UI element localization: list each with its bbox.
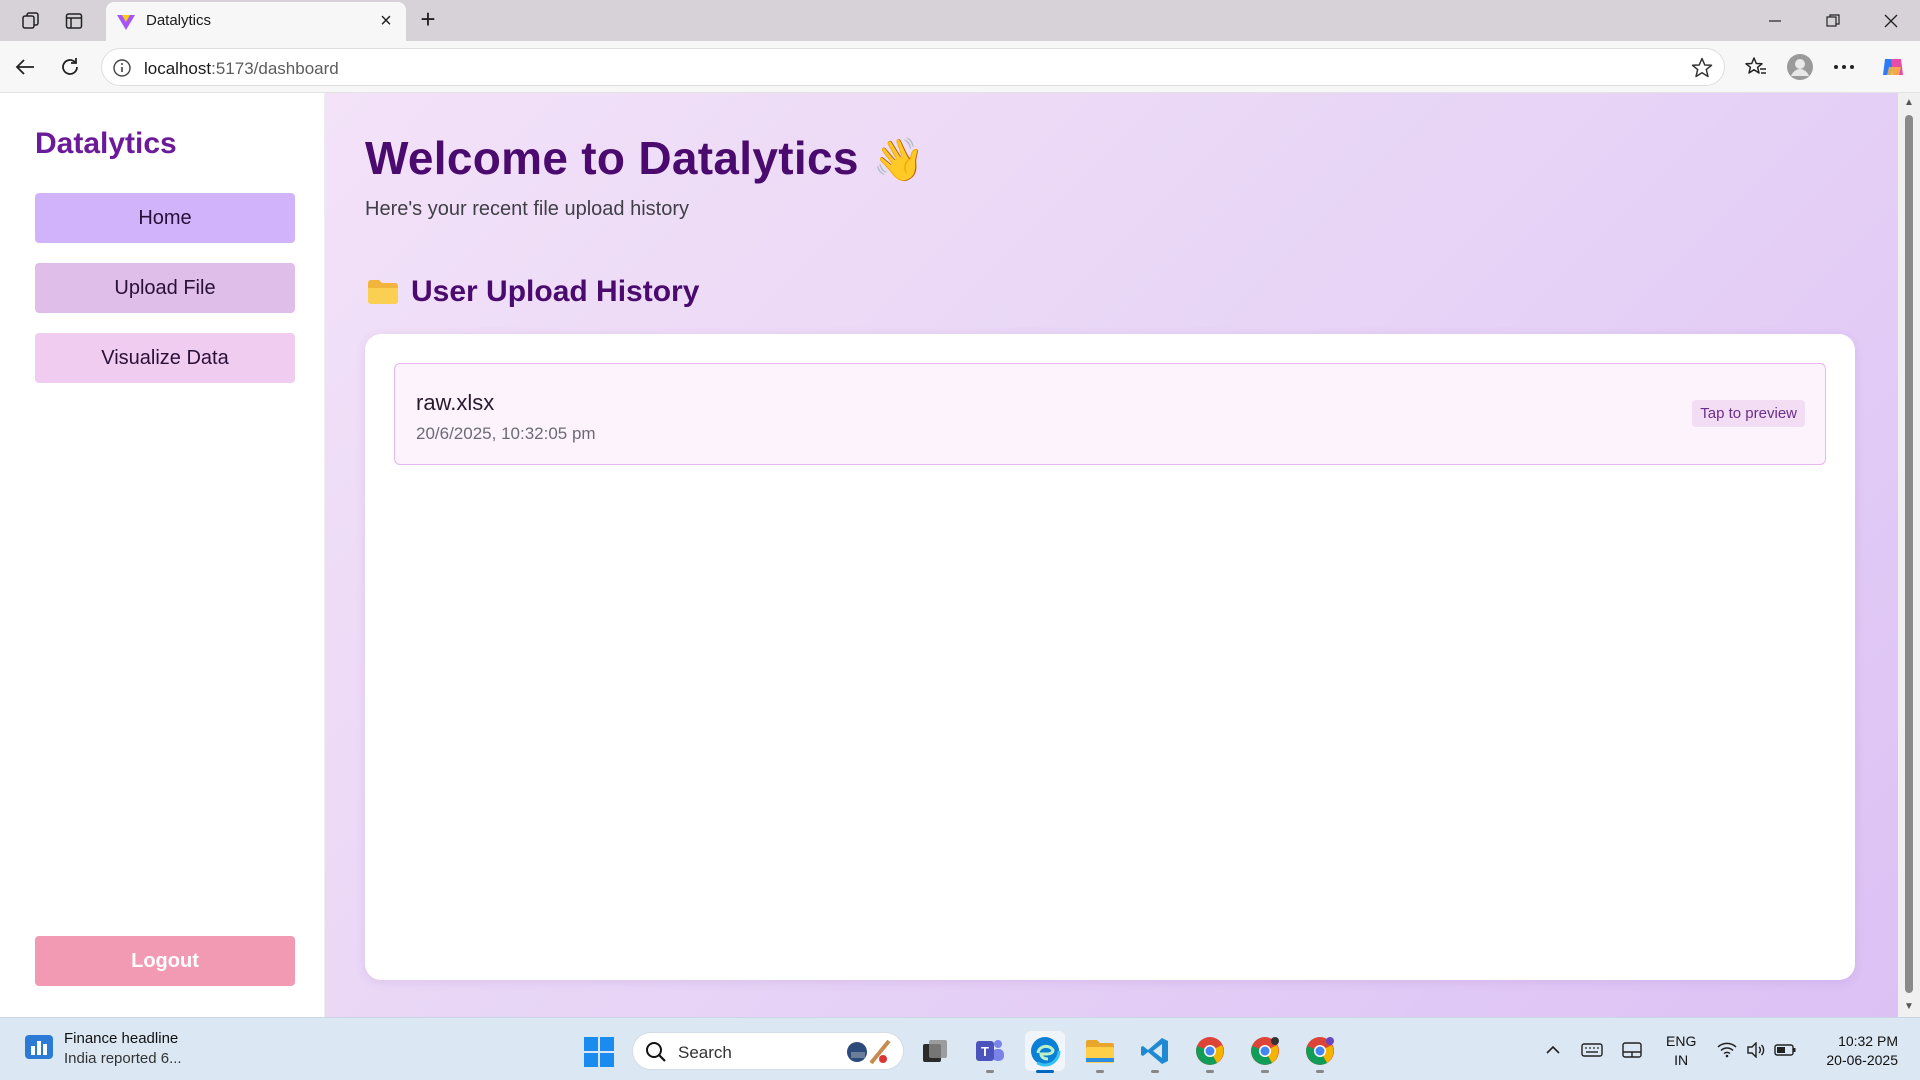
widget-title: Finance headline	[64, 1030, 179, 1047]
url-text: localhost:5173/dashboard	[144, 59, 339, 78]
file-name: raw.xlsx	[416, 390, 495, 415]
favorite-star-icon[interactable]	[1690, 56, 1714, 80]
tab-title: Datalytics	[146, 12, 212, 29]
chrome-profile-2-icon[interactable]	[1245, 1031, 1285, 1073]
vite-logo-icon	[117, 15, 135, 30]
sidebar: Datalytics Home Upload File Visualize Da…	[5, 93, 325, 1017]
restore-icon[interactable]	[1820, 8, 1846, 34]
language-indicator[interactable]: ENG IN	[1666, 1032, 1696, 1070]
volume-icon[interactable]	[1744, 1038, 1768, 1062]
vscode-icon[interactable]	[1135, 1031, 1175, 1073]
new-tab-icon[interactable]: +	[414, 6, 442, 34]
address-toolbar: localhost:5173/dashboard	[0, 41, 1920, 93]
teams-icon[interactable]: T	[970, 1031, 1010, 1073]
keyboard-icon[interactable]	[1580, 1038, 1604, 1062]
section-title: User Upload History	[411, 275, 700, 308]
touchpad-icon[interactable]	[1620, 1038, 1644, 1062]
home-button[interactable]: Home	[35, 193, 295, 243]
system-clock[interactable]: 10:32 PM 20-06-2025	[1826, 1032, 1898, 1070]
minimize-icon[interactable]	[1762, 8, 1788, 34]
search-icon	[646, 1042, 666, 1062]
task-view-icon[interactable]	[915, 1031, 955, 1071]
widget-subtitle: India reported 6...	[64, 1050, 182, 1067]
vertical-tabs-icon[interactable]	[61, 8, 87, 34]
site-info-icon[interactable]	[112, 58, 132, 78]
finance-chart-icon	[25, 1035, 53, 1059]
preview-badge[interactable]: Tap to preview	[1692, 400, 1805, 427]
url-bar[interactable]: localhost:5173/dashboard	[101, 48, 1725, 86]
windows-taskbar: Finance headline India reported 6... Sea…	[0, 1017, 1920, 1080]
copilot-icon[interactable]	[1878, 52, 1908, 82]
close-window-icon[interactable]	[1878, 8, 1904, 34]
workspaces-icon[interactable]	[18, 8, 44, 34]
favorites-icon[interactable]	[1741, 52, 1771, 82]
browser-tab-bar: Datalytics × +	[0, 0, 1920, 41]
upload-history-card: raw.xlsx 20/6/2025, 10:32:05 pm Tap to p…	[365, 334, 1855, 980]
upload-file-button[interactable]: Upload File	[35, 263, 295, 313]
taskbar-search[interactable]: Search	[632, 1032, 904, 1070]
search-placeholder: Search	[678, 1043, 732, 1062]
show-hidden-icons-chevron-icon[interactable]	[1541, 1038, 1565, 1062]
edge-browser-icon[interactable]	[1025, 1031, 1065, 1073]
scroll-thumb[interactable]	[1905, 115, 1913, 993]
windows-start-icon[interactable]	[583, 1036, 615, 1068]
news-widget[interactable]: Finance headline India reported 6...	[24, 1030, 182, 1067]
battery-icon[interactable]	[1773, 1038, 1797, 1062]
svg-text:T: T	[981, 1044, 989, 1059]
folder-icon	[368, 280, 398, 304]
upload-list-item[interactable]: raw.xlsx 20/6/2025, 10:32:05 pm Tap to p…	[394, 363, 1826, 465]
scroll-down-icon[interactable]: ▼	[1903, 1001, 1915, 1013]
scroll-up-icon[interactable]: ▲	[1903, 97, 1915, 109]
page-scrollbar[interactable]: ▲ ▼	[1898, 93, 1920, 1017]
file-explorer-icon[interactable]	[1080, 1031, 1120, 1073]
wifi-icon[interactable]	[1715, 1038, 1739, 1062]
chrome-icon[interactable]	[1190, 1031, 1230, 1073]
page-viewport: Datalytics Home Upload File Visualize Da…	[0, 93, 1898, 1017]
page-title: Welcome to Datalytics 👋	[365, 132, 926, 184]
logout-button[interactable]: Logout	[35, 936, 295, 986]
close-tab-icon[interactable]: ×	[374, 9, 398, 33]
back-icon[interactable]	[10, 52, 40, 82]
more-options-icon[interactable]	[1829, 52, 1859, 82]
visualize-data-button[interactable]: Visualize Data	[35, 333, 295, 383]
waving-hand-icon: 👋	[872, 136, 926, 183]
refresh-icon[interactable]	[55, 52, 85, 82]
file-upload-date: 20/6/2025, 10:32:05 pm	[416, 424, 596, 443]
active-tab[interactable]: Datalytics ×	[106, 2, 406, 41]
chrome-profile-3-icon[interactable]	[1300, 1031, 1340, 1073]
page-subtitle: Here's your recent file upload history	[365, 198, 689, 220]
brand-logo: Datalytics	[35, 127, 177, 160]
cricket-helmet-icon	[847, 1039, 891, 1065]
section-header: User Upload History	[367, 275, 699, 309]
dashboard-main: Welcome to Datalytics 👋 Here's your recen…	[325, 93, 1898, 1017]
profile-avatar-icon[interactable]	[1785, 52, 1815, 82]
